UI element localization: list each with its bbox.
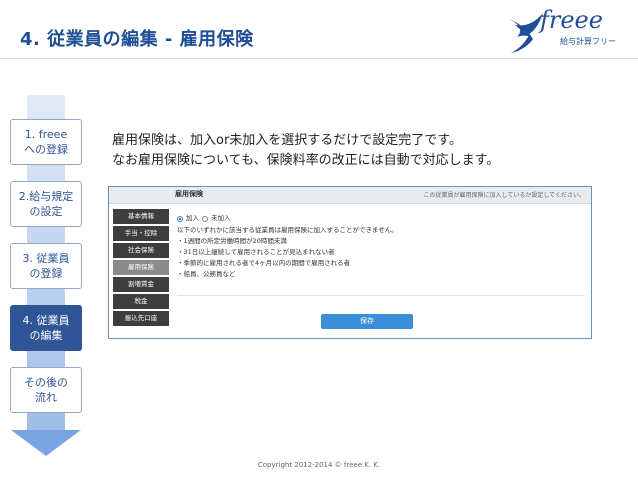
copyright: Copyright 2012-2014 © freee K. K. [257,461,381,469]
radio-join-label: 加入 [186,214,199,222]
step-5-next-flow: その後の 流れ [10,367,82,413]
condition-item: ・季節的に雇用される者で4ヶ月以内の期間で雇用される者 [177,259,351,267]
ineligibility-notice: 以下のいずれかに該当する従業員は雇用保険に加入することができません。 [177,226,398,234]
freee-logo-text: freee [540,6,603,34]
radio-join[interactable] [177,215,183,222]
menu-item-bank-account[interactable]: 振込先口座 [113,311,169,326]
description-line-1: 雇用保険は、加入or未加入を選択するだけで設定完了です。 [112,133,462,148]
description-line-2: なお雇用保険についても、保険料率の改正には自動で対応します。 [112,153,500,168]
radio-not-join-label: 未加入 [211,214,231,222]
page-title: 4. 従業員の編集 - 雇用保険 [20,29,254,50]
employment-insurance-panel: 雇用保険 この従業員が雇用保険に加入しているか設定してください。 基本情報 手当… [108,186,592,339]
content-divider [177,295,585,296]
step-1-freee-register: 1. freee への登録 [10,119,82,165]
condition-item: ・31日以上継続して雇用されることが見込まれない者 [177,248,335,256]
menu-item-tax[interactable]: 税金 [113,294,169,309]
title-divider [0,58,638,59]
step-3-employee-register: 3. 従業員 の登録 [10,243,82,289]
radio-not-join[interactable] [202,215,208,222]
save-button[interactable]: 保存 [321,314,413,329]
condition-item: ・船員、公務員など [177,270,236,278]
insurance-radio-group: 加入 未加入 [177,213,587,224]
step-flow-arrow-head [11,430,81,456]
description: 雇用保険は、加入or未加入を選択するだけで設定完了です。 なお雇用保険についても… [112,131,612,171]
menu-item-allowances-deductions[interactable]: 手当・控除 [113,226,169,241]
insurance-content: 加入 未加入 以下のいずれかに該当する従業員は雇用保険に加入することができません… [177,213,587,280]
settings-side-menu: 基本情報 手当・控除 社会保険 雇用保険 割増賃金 税金 振込先口座 [113,209,169,328]
step-2-payroll-rules: 2.給与規定 の設定 [10,181,82,227]
menu-item-social-insurance[interactable]: 社会保険 [113,243,169,258]
panel-section-title: 雇用保険 [175,190,203,198]
menu-item-employment-insurance[interactable]: 雇用保険 [113,260,169,275]
condition-item: ・1週間の所定労働時間が20時間未満 [177,237,287,245]
panel-section-hint: この従業員が雇用保険に加入しているか設定してください。 [423,192,585,199]
menu-item-basic-info[interactable]: 基本情報 [113,209,169,224]
panel-header: 雇用保険 この従業員が雇用保険に加入しているか設定してください。 [109,187,591,204]
step-4-employee-edit: 4. 従業員 の編集 [10,305,82,351]
freee-logo-subtitle: 給与計算フリー [560,37,616,46]
menu-item-overtime-pay[interactable]: 割増賃金 [113,277,169,292]
